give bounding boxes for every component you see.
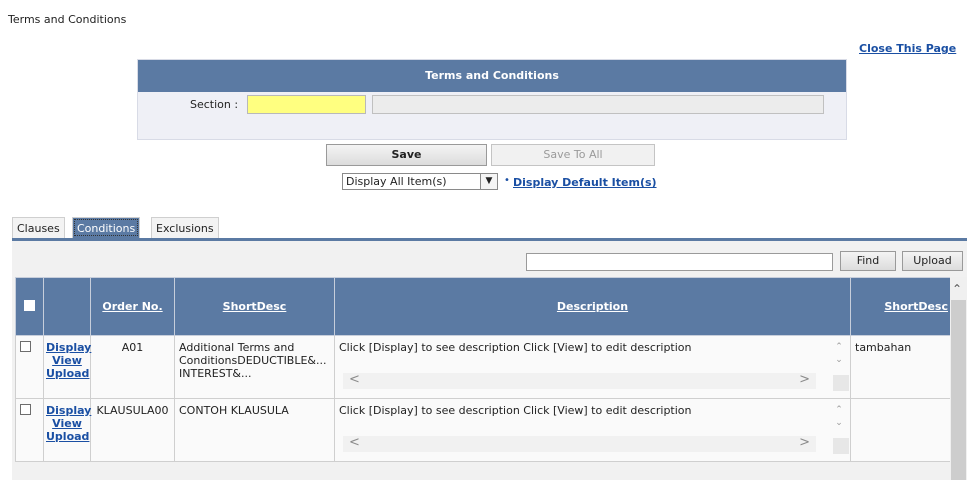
description-header[interactable]: Description [334, 277, 851, 336]
chevron-left-icon[interactable]: < [349, 372, 360, 387]
table-row: Display View Upload KLAUSULA00 CONTOH KL… [15, 398, 951, 462]
scroll-corner [833, 438, 849, 454]
save-button[interactable]: Save [326, 144, 487, 166]
chevron-right-icon[interactable]: > [799, 435, 810, 450]
scrollbar-thumb[interactable] [951, 300, 966, 480]
section-code-input[interactable] [247, 95, 366, 114]
close-page-link[interactable]: Close This Page [859, 42, 956, 55]
row-actions: Display View Upload [43, 335, 91, 399]
shortdesc-cell: CONTOH KLAUSULA [174, 398, 335, 462]
section-label: Section : [190, 98, 239, 111]
description-cell: Click [Display] to see description Click… [334, 398, 851, 462]
bullet-icon: • [504, 175, 510, 186]
shortdesc2-header-label[interactable]: ShortDesc [884, 300, 948, 313]
shortdesc-cell: Additional Terms and ConditionsDEDUCTIBL… [174, 335, 335, 399]
row-select-cell [15, 398, 44, 462]
scroll-up-icon[interactable]: ⌃ [952, 282, 962, 296]
scroll-corner [833, 375, 849, 391]
chevron-right-icon[interactable]: > [799, 372, 810, 387]
shortdesc-header-label[interactable]: ShortDesc [223, 300, 287, 313]
description-text[interactable]: Click [Display] to see description Click… [339, 341, 692, 354]
find-button[interactable]: Find [840, 251, 896, 271]
panel-header: Terms and Conditions [138, 60, 846, 92]
shortdesc2-header[interactable]: ShortDesc [850, 277, 951, 336]
row-actions: Display View Upload [43, 398, 91, 462]
display-filter-select[interactable]: Display All Item(s) ▼ [342, 173, 498, 190]
description-hscrollbar[interactable]: < > [343, 435, 816, 452]
order-no-cell: A01 [90, 335, 175, 399]
upload-link[interactable]: Upload [46, 367, 89, 380]
row-checkbox[interactable] [20, 341, 31, 352]
display-filter-value: Display All Item(s) [346, 175, 447, 188]
shortdesc2-cell [850, 398, 951, 462]
tab-clauses[interactable]: Clauses [12, 217, 65, 238]
shortdesc-header[interactable]: ShortDesc [174, 277, 335, 336]
chevron-down-icon[interactable]: ▼ [480, 174, 497, 189]
description-text[interactable]: Click [Display] to see description Click… [339, 404, 692, 417]
conditions-table: Order No. ShortDesc Description ShortDes… [15, 277, 951, 462]
tab-conditions[interactable]: Conditions [72, 217, 141, 238]
table-header-row: Order No. ShortDesc Description ShortDes… [15, 277, 951, 336]
row-select-cell [15, 335, 44, 399]
shortdesc2-cell: tambahan [850, 335, 951, 399]
order-no-cell: KLAUSULA00 [90, 398, 175, 462]
tab-exclusions[interactable]: Exclusions [151, 217, 219, 238]
description-hscrollbar[interactable]: < > [343, 372, 816, 389]
view-link[interactable]: View [46, 417, 88, 430]
order-no-header[interactable]: Order No. [90, 277, 175, 336]
section-name-input[interactable] [372, 95, 824, 114]
table-row: Display View Upload A01 Additional Terms… [15, 335, 951, 399]
page-title: Terms and Conditions [8, 13, 127, 26]
scroll-updown-icon[interactable]: ⌃ ⌄ [831, 404, 847, 438]
view-link[interactable]: View [46, 354, 88, 367]
row-checkbox[interactable] [20, 404, 31, 415]
actions-header [43, 277, 91, 336]
display-link[interactable]: Display [46, 341, 91, 354]
order-no-header-label[interactable]: Order No. [102, 300, 162, 313]
scroll-updown-icon[interactable]: ⌃ ⌄ [831, 341, 847, 375]
search-input[interactable] [526, 253, 833, 271]
chevron-left-icon[interactable]: < [349, 435, 360, 450]
upload-button[interactable]: Upload [902, 251, 963, 271]
save-to-all-button[interactable]: Save To All [491, 144, 655, 166]
display-link[interactable]: Display [46, 404, 91, 417]
display-default-link[interactable]: Display Default Item(s) [513, 176, 657, 189]
select-all-checkbox[interactable] [24, 299, 35, 311]
select-all-header [15, 277, 44, 336]
description-cell: Click [Display] to see description Click… [334, 335, 851, 399]
description-header-label[interactable]: Description [557, 300, 628, 313]
upload-link[interactable]: Upload [46, 430, 89, 443]
